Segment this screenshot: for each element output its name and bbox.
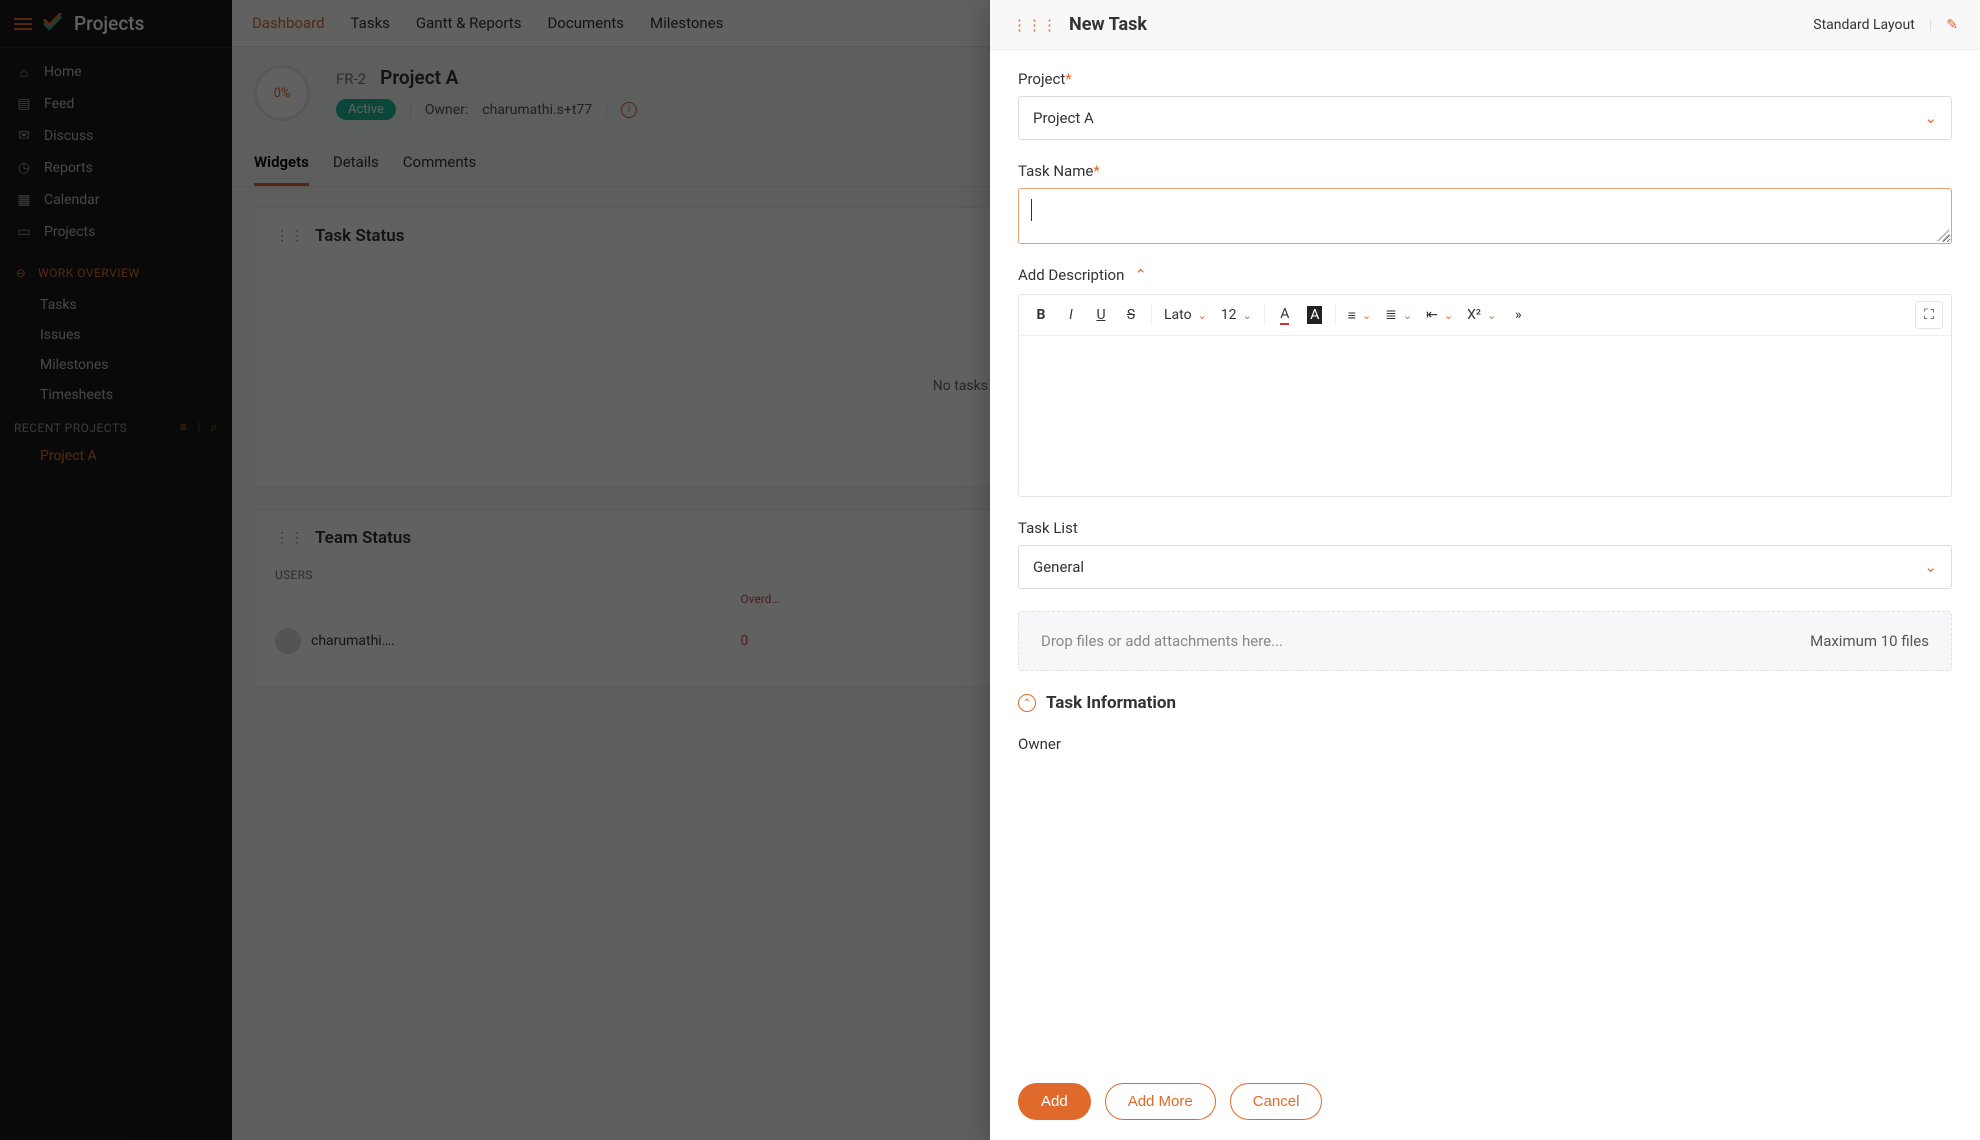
- indent-button[interactable]: ⇤⌄: [1420, 307, 1459, 323]
- chevron-up-icon: ⌃: [1134, 266, 1147, 284]
- highlight-button[interactable]: A: [1301, 301, 1329, 329]
- app-logo-icon: [42, 13, 64, 35]
- chevron-down-icon: ⌄: [1198, 309, 1207, 322]
- home-icon: ⌂: [16, 64, 32, 80]
- task-information-section[interactable]: ⌃ Task Information: [1018, 693, 1952, 713]
- sidebar-item-label: Feed: [44, 96, 74, 112]
- discuss-icon: ✉: [16, 128, 32, 144]
- more-button[interactable]: »: [1504, 301, 1532, 329]
- sidebar-item-label: Projects: [44, 224, 95, 240]
- edit-icon[interactable]: ✎: [1946, 17, 1958, 33]
- dropzone-max: Maximum 10 files: [1810, 632, 1929, 650]
- expand-icon[interactable]: ⛶: [1915, 301, 1943, 329]
- attachment-dropzone[interactable]: Drop files or add attachments here... Ma…: [1018, 611, 1952, 671]
- panel-title: New Task: [1069, 14, 1147, 35]
- list-button[interactable]: ≣⌄: [1379, 307, 1418, 323]
- hamburger-icon[interactable]: [14, 18, 32, 30]
- project-selected-value: Project A: [1033, 109, 1094, 127]
- field-owner: Owner: [1018, 735, 1952, 761]
- project-select[interactable]: Project A ⌄: [1018, 96, 1952, 140]
- task-name-input[interactable]: [1018, 188, 1952, 244]
- task-list-label: Task List: [1018, 519, 1952, 537]
- owner-field-label: Owner: [1018, 735, 1952, 753]
- sidebar-item-discuss[interactable]: ✉ Discuss: [0, 120, 232, 152]
- chevron-down-icon: ⌄: [1403, 309, 1412, 322]
- feed-icon: ▤: [16, 96, 32, 112]
- align-button[interactable]: ≡⌄: [1342, 307, 1377, 324]
- chevron-down-icon: ⌄: [1487, 309, 1496, 322]
- rte-toolbar: B I U S Lato⌄ 12⌄ A A ≡⌄ ≣⌄ ⇤⌄ X²⌄ »: [1019, 295, 1951, 336]
- field-project: Project* Project A ⌄: [1018, 70, 1952, 140]
- filter-icon[interactable]: ≡: [180, 420, 188, 435]
- strike-button[interactable]: S: [1117, 301, 1145, 329]
- chevron-down-icon: ⌄: [1243, 309, 1252, 322]
- sidebar-header: Projects: [0, 0, 232, 48]
- sidebar-item-feed[interactable]: ▤ Feed: [0, 88, 232, 120]
- sidebar-section-work-overview[interactable]: ⊖ WORK OVERVIEW: [0, 256, 232, 290]
- sidebar-item-tasks[interactable]: Tasks: [0, 290, 232, 320]
- search-icon[interactable]: ⌕: [211, 420, 218, 435]
- dropzone-hint: Drop files or add attachments here...: [1041, 632, 1283, 650]
- projects-icon: ▭: [16, 224, 32, 240]
- description-toggle[interactable]: Add Description ⌃: [1018, 266, 1952, 284]
- sidebar-item-issues[interactable]: Issues: [0, 320, 232, 350]
- sidebar: Projects ⌂ Home ▤ Feed ✉ Discuss ◷ Repor…: [0, 0, 232, 1140]
- text-color-button[interactable]: A: [1271, 301, 1299, 329]
- italic-button[interactable]: I: [1057, 301, 1085, 329]
- chevron-down-icon: ⌄: [1924, 558, 1937, 576]
- underline-button[interactable]: U: [1087, 301, 1115, 329]
- field-description: Add Description ⌃ B I U S Lato⌄ 12⌄ A A …: [1018, 266, 1952, 497]
- sidebar-section-label: WORK OVERVIEW: [38, 266, 140, 280]
- sidebar-item-label: Calendar: [44, 192, 100, 208]
- section-title: Task Information: [1046, 693, 1176, 713]
- font-size-select[interactable]: 12⌄: [1215, 307, 1258, 323]
- panel-body: Project* Project A ⌄ Task Name* Add Desc…: [990, 50, 1980, 1069]
- sidebar-item-timesheets[interactable]: Timesheets: [0, 380, 232, 410]
- task-list-selected-value: General: [1033, 558, 1084, 576]
- add-button[interactable]: Add: [1018, 1083, 1091, 1120]
- new-task-panel: ⋮⋮⋮ New Task Standard Layout | ✎ Project…: [990, 0, 1980, 1140]
- chevron-down-icon: ⌄: [1362, 309, 1371, 322]
- cancel-button[interactable]: Cancel: [1230, 1083, 1323, 1120]
- sidebar-item-projects[interactable]: ▭ Projects: [0, 216, 232, 248]
- grid-icon[interactable]: ⋮⋮⋮: [1012, 16, 1057, 34]
- bold-button[interactable]: B: [1027, 301, 1055, 329]
- field-task-list: Task List General ⌄: [1018, 519, 1952, 589]
- panel-footer: Add Add More Cancel: [990, 1069, 1980, 1140]
- field-task-name: Task Name*: [1018, 162, 1952, 244]
- project-label: Project*: [1018, 70, 1952, 88]
- description-input[interactable]: [1019, 336, 1951, 496]
- chevron-down-icon: ⌄: [1924, 109, 1937, 127]
- task-list-select[interactable]: General ⌄: [1018, 545, 1952, 589]
- collapse-icon: ⊖: [14, 266, 28, 280]
- calendar-icon: ▦: [16, 192, 32, 208]
- chevron-down-icon: ⌄: [1444, 309, 1453, 322]
- sidebar-recent-project-a[interactable]: Project A: [0, 441, 232, 471]
- panel-header: ⋮⋮⋮ New Task Standard Layout | ✎: [990, 0, 1980, 50]
- sidebar-section-recent: RECENT PROJECTS ≡ | ⌕: [0, 410, 232, 441]
- font-family-select[interactable]: Lato⌄: [1158, 307, 1213, 323]
- add-more-button[interactable]: Add More: [1105, 1083, 1216, 1120]
- rich-text-editor: B I U S Lato⌄ 12⌄ A A ≡⌄ ≣⌄ ⇤⌄ X²⌄ »: [1018, 294, 1952, 497]
- sidebar-section-label: RECENT PROJECTS: [14, 421, 127, 435]
- reports-icon: ◷: [16, 160, 32, 176]
- sidebar-item-label: Home: [44, 64, 82, 80]
- sidebar-nav: ⌂ Home ▤ Feed ✉ Discuss ◷ Reports ▦ Cale…: [0, 48, 232, 256]
- text-cursor: [1031, 199, 1032, 221]
- sidebar-item-label: Discuss: [44, 128, 93, 144]
- superscript-button[interactable]: X²⌄: [1461, 307, 1502, 323]
- collapse-icon: ⌃: [1018, 694, 1036, 712]
- sidebar-item-reports[interactable]: ◷ Reports: [0, 152, 232, 184]
- app-brand: Projects: [74, 12, 144, 35]
- sidebar-item-calendar[interactable]: ▦ Calendar: [0, 184, 232, 216]
- sidebar-item-milestones[interactable]: Milestones: [0, 350, 232, 380]
- sidebar-item-label: Reports: [44, 160, 93, 176]
- sidebar-item-home[interactable]: ⌂ Home: [0, 56, 232, 88]
- layout-label[interactable]: Standard Layout: [1813, 17, 1915, 33]
- task-name-label: Task Name*: [1018, 162, 1952, 180]
